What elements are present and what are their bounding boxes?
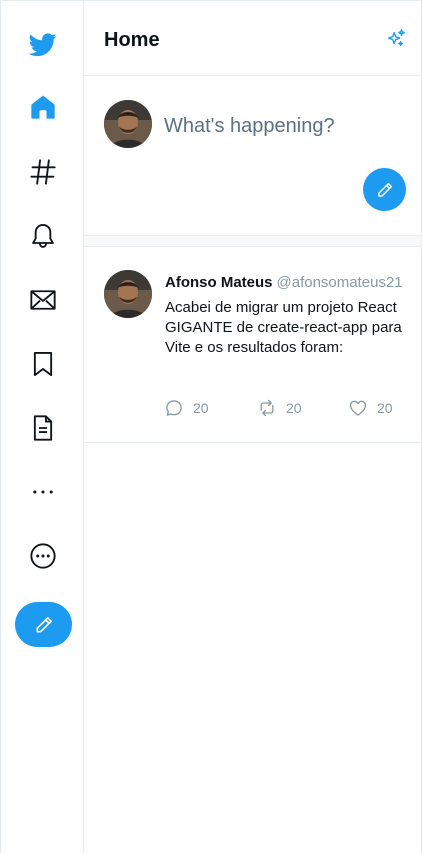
- twitter-logo-icon: [29, 33, 57, 57]
- bookmark-icon: [33, 351, 53, 377]
- retweet-button[interactable]: 20: [257, 398, 302, 418]
- retweet-count: 20: [286, 400, 302, 416]
- pencil-icon: [377, 182, 392, 197]
- tweet-actions: 20 20 20: [164, 398, 401, 420]
- reply-count: 20: [193, 400, 209, 416]
- nav-messages[interactable]: [19, 276, 67, 324]
- nav-explore[interactable]: [19, 148, 67, 196]
- nav-notifications[interactable]: [19, 212, 67, 260]
- tweet-text: Acabei de migrar um projeto React GIGANT…: [165, 299, 402, 356]
- app-window: Home What's happening? Afonso Mateus @af…: [0, 0, 422, 853]
- more-circle-icon: [30, 543, 56, 569]
- compose-tweet-button[interactable]: [363, 168, 406, 211]
- heart-icon: [349, 400, 367, 416]
- tweet-button[interactable]: [15, 602, 72, 647]
- envelope-icon: [30, 290, 56, 310]
- document-icon: [33, 415, 53, 441]
- nav-lists[interactable]: [19, 404, 67, 452]
- comment-icon: [166, 400, 182, 416]
- home-icon: [31, 95, 55, 119]
- author-handle[interactable]: @afonsomateus21: [277, 274, 403, 291]
- retweet-icon: [260, 399, 274, 417]
- tweet[interactable]: Afonso Mateus @afonsomateus21 Acabei de m…: [84, 247, 421, 443]
- sidebar: [1, 1, 84, 853]
- tweet-header: Afonso Mateus @afonsomateus21: [165, 274, 403, 291]
- nav-more-dots[interactable]: [19, 468, 67, 516]
- more-dots-icon: [33, 490, 53, 494]
- like-button[interactable]: 20: [348, 398, 393, 418]
- hashtag-icon: [30, 159, 56, 185]
- avatar: [104, 100, 152, 148]
- author-name[interactable]: Afonso Mateus: [165, 274, 273, 291]
- nav-more[interactable]: [19, 532, 67, 580]
- section-divider: [84, 235, 421, 247]
- pencil-icon: [36, 616, 52, 632]
- reply-button[interactable]: 20: [164, 398, 209, 418]
- compose-input[interactable]: [164, 113, 394, 139]
- sparkle-icon[interactable]: [385, 28, 407, 50]
- avatar-photo: [104, 270, 152, 318]
- page-title: Home: [104, 29, 160, 51]
- header: Home: [84, 1, 421, 76]
- tweet-composer: [84, 77, 421, 235]
- avatar-photo: [104, 100, 152, 148]
- avatar[interactable]: [104, 270, 152, 318]
- bell-icon: [32, 223, 54, 248]
- twitter-logo-link[interactable]: [19, 20, 67, 68]
- nav-bookmarks[interactable]: [19, 340, 67, 388]
- main-timeline: Home What's happening? Afonso Mateus @af…: [84, 1, 421, 853]
- nav-home[interactable]: [19, 83, 67, 131]
- like-count: 20: [377, 400, 393, 416]
